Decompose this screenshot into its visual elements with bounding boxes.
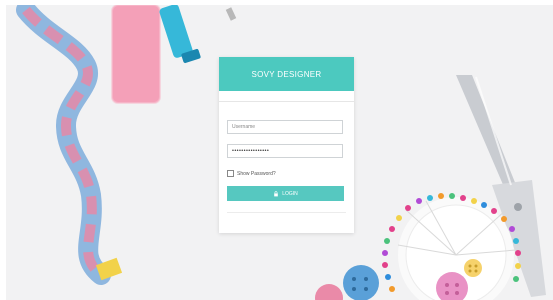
brand-header: SOVY DESIGNER [219, 57, 354, 91]
login-card: SOVY DESIGNER Username •••••••••••••••• … [219, 57, 354, 233]
divider [227, 212, 346, 213]
username-placeholder: Username [232, 124, 256, 130]
divider [219, 101, 354, 102]
show-password-label: Show Password? [237, 170, 276, 177]
measuring-tape-image [16, 5, 123, 285]
username-input[interactable]: Username [227, 120, 343, 134]
teal-thread-spool-image [159, 5, 201, 64]
lock-icon [274, 190, 279, 196]
password-input[interactable]: •••••••••••••••• [227, 144, 343, 158]
password-value: •••••••••••••••• [232, 148, 270, 154]
show-password-checkbox[interactable] [227, 170, 234, 177]
login-page: SOVY DESIGNER Username •••••••••••••••• … [6, 5, 553, 300]
safety-pin-image [225, 7, 237, 21]
pink-thread-spool-image [111, 5, 161, 104]
brand-title: SOVY DESIGNER [251, 69, 322, 79]
show-password-row: Show Password? [227, 170, 276, 177]
login-button-label: LOGIN [282, 190, 298, 197]
login-button[interactable]: LOGIN [227, 186, 344, 201]
